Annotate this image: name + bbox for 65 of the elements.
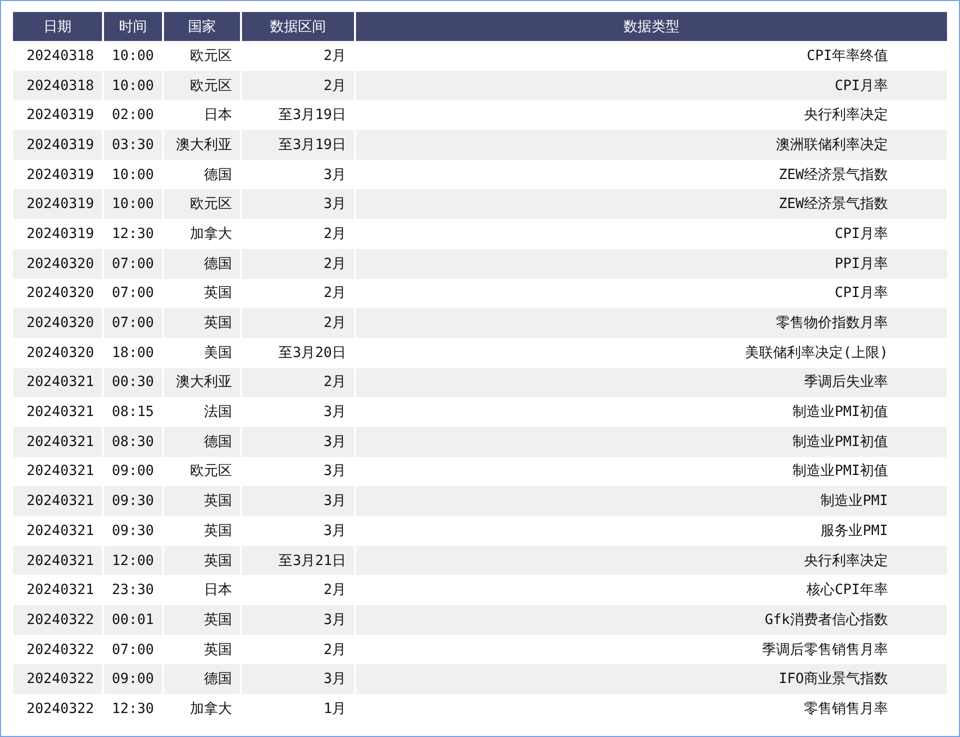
table-cell: 2月 — [242, 70, 354, 100]
table-cell: 央行利率决定 — [356, 546, 947, 576]
table-cell: 制造业PMI初值 — [356, 426, 947, 457]
table-cell: 德国 — [164, 664, 240, 694]
table-cell: 20240321 — [13, 456, 102, 486]
table-cell: 09:30 — [104, 486, 162, 516]
table-cell: 07:00 — [104, 308, 162, 338]
table-cell: 20240320 — [13, 248, 102, 278]
table-cell: 澳大利亚 — [164, 368, 240, 398]
table-cell: 欧元区 — [164, 456, 240, 486]
table-cell: 3月 — [242, 664, 354, 694]
table-cell: 2月 — [242, 308, 354, 338]
table-cell: 2月 — [242, 368, 354, 398]
table-cell: 季调后失业率 — [356, 368, 947, 398]
table-cell: 20240318 — [13, 70, 102, 100]
table-cell: 英国 — [164, 486, 240, 516]
table-cell: Gfk消费者信心指数 — [356, 605, 947, 635]
table-cell: ZEW经济景气指数 — [356, 189, 947, 220]
table-cell: 20240319 — [13, 130, 102, 160]
table-cell: 3月 — [242, 426, 354, 457]
table-cell: 至3月19日 — [242, 130, 354, 160]
table-cell: 20240322 — [13, 605, 102, 635]
table-cell: 08:30 — [104, 426, 162, 457]
column-header: 国家 — [164, 12, 240, 41]
table-cell: 09:00 — [104, 456, 162, 486]
table-cell: 20240321 — [13, 368, 102, 398]
table-cell: 20240319 — [13, 189, 102, 220]
table-cell: 至3月21日 — [242, 546, 354, 576]
table-cell: 2月 — [242, 248, 354, 278]
table-cell: 制造业PMI初值 — [356, 456, 947, 486]
column-header: 时间 — [104, 12, 162, 41]
table-cell: 00:01 — [104, 605, 162, 635]
table-cell: 英国 — [164, 308, 240, 338]
table-cell: 10:00 — [104, 70, 162, 100]
table-cell: 3月 — [242, 605, 354, 635]
table-cell: 07:00 — [104, 248, 162, 278]
table-cell: 20240321 — [13, 486, 102, 516]
column-header: 数据区间 — [242, 12, 354, 41]
column-header: 数据类型 — [356, 12, 947, 41]
table-cell: 12:00 — [104, 546, 162, 576]
table-cell: 03:30 — [104, 130, 162, 160]
table-cell: 零售物价指数月率 — [356, 308, 947, 338]
table-cell: CPI月率 — [356, 70, 947, 100]
column-header: 日期 — [13, 12, 102, 41]
table-cell: 20240321 — [13, 546, 102, 576]
table-cell: 欧元区 — [164, 70, 240, 100]
table-cell: 20240321 — [13, 426, 102, 457]
table-cell: 3月 — [242, 189, 354, 220]
table-cell: 英国 — [164, 605, 240, 635]
table-cell: 00:30 — [104, 368, 162, 398]
table-cell: 澳洲联储利率决定 — [356, 130, 947, 160]
table-cell: 3月 — [242, 456, 354, 486]
table-cell: 3月 — [242, 486, 354, 516]
table-cell: 20240320 — [13, 308, 102, 338]
table-cell: 制造业PMI — [356, 486, 947, 516]
table-cell: 澳大利亚 — [164, 130, 240, 160]
table-cell: 德国 — [164, 426, 240, 457]
table-cell: 德国 — [164, 248, 240, 278]
table-cell: PPI月率 — [356, 248, 947, 278]
table-cell: 10:00 — [104, 189, 162, 220]
table-cell: 09:00 — [104, 664, 162, 694]
table-cell: 欧元区 — [164, 189, 240, 220]
table-cell: 20240322 — [13, 664, 102, 694]
table-cell: IFO商业景气指数 — [356, 664, 947, 694]
table-cell: 英国 — [164, 546, 240, 576]
